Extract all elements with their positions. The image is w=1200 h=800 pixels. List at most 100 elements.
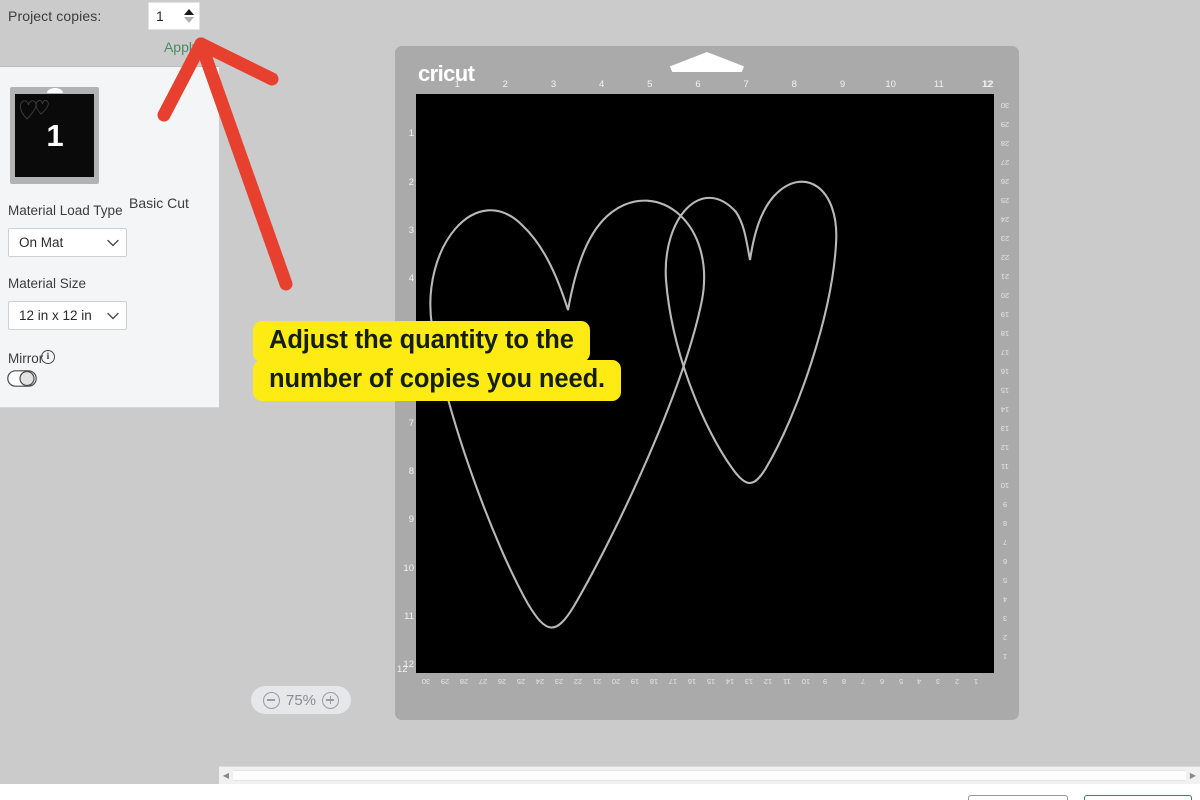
ruler-bottom-tick: 23 [551, 677, 567, 686]
ruler-bottom-tick: 2 [949, 677, 965, 686]
ruler-bottom-tick: 27 [475, 677, 491, 686]
ruler-right-tick: 11 [997, 462, 1013, 471]
ruler-bottom-tick: 16 [684, 677, 700, 686]
ruler-left-tick: 11 [397, 611, 414, 622]
chevron-down-icon [100, 312, 126, 320]
ruler-right-tick: 14 [997, 405, 1013, 414]
ruler-right-tick: 20 [997, 291, 1013, 300]
ruler-corner-bottom-left: 12 [397, 664, 408, 675]
ruler-left-tick: 3 [397, 225, 414, 236]
material-load-type-select[interactable]: On Mat [8, 228, 127, 257]
material-size-select[interactable]: 12 in x 12 in [8, 301, 127, 330]
ruler-bottom-tick: 3 [930, 677, 946, 686]
ruler-bottom-tick: 7 [855, 677, 871, 686]
ruler-top-tick: 10 [882, 79, 900, 90]
material-size-value: 12 in x 12 in [9, 308, 100, 323]
mat-thumbnail-count: 1 [46, 120, 62, 151]
ruler-right-tick: 23 [997, 234, 1013, 243]
project-copies-stepper[interactable]: 1 [148, 2, 200, 30]
ruler-top-tick: 6 [689, 79, 707, 90]
continue-button[interactable] [1084, 795, 1192, 800]
ruler-bottom-tick: 18 [646, 677, 662, 686]
ruler-top-tick: 1 [448, 79, 466, 90]
stepper-increment-icon[interactable] [184, 9, 194, 15]
ruler-right-tick: 2 [997, 633, 1013, 642]
ruler-left-tick: 2 [397, 177, 414, 188]
app-root: Project copies: 1 Apply 1 [0, 0, 1200, 800]
ruler-bottom-tick: 5 [893, 677, 909, 686]
zoom-control[interactable]: 75% [251, 686, 351, 714]
ruler-right-tick: 7 [997, 538, 1013, 547]
ruler-bottom-tick: 20 [608, 677, 624, 686]
info-icon[interactable]: i [41, 350, 55, 364]
ruler-bottom-tick: 4 [911, 677, 927, 686]
ruler-bottom-tick: 26 [494, 677, 510, 686]
mirror-label: Mirror [8, 351, 43, 366]
ruler-right-tick: 27 [997, 158, 1013, 167]
scrollbar-track[interactable] [233, 770, 1186, 781]
ruler-right-tick: 22 [997, 253, 1013, 262]
ruler-bottom-tick: 28 [456, 677, 472, 686]
mat-thumbnail-notch-icon [47, 88, 63, 93]
ruler-right-tick: 10 [997, 481, 1013, 490]
ruler-bottom-tick: 24 [532, 677, 548, 686]
ruler-right-tick: 21 [997, 272, 1013, 281]
scroll-left-icon[interactable]: ◀ [219, 771, 233, 780]
ruler-bottom-tick: 6 [874, 677, 890, 686]
ruler-top-tick: 3 [545, 79, 563, 90]
material-name-label: Basic Cut [129, 195, 189, 211]
ruler-left-tick: 8 [397, 466, 414, 477]
mat-preview-thumbnail[interactable]: 1 [10, 87, 99, 184]
ruler-bottom-tick: 30 [418, 677, 434, 686]
ruler-bottom-tick: 19 [627, 677, 643, 686]
ruler-right-tick: 4 [997, 595, 1013, 604]
ruler-top-tick: 7 [737, 79, 755, 90]
ruler-bottom-tick: 22 [570, 677, 586, 686]
scroll-right-icon[interactable]: ▶ [1186, 771, 1200, 780]
ruler-right-tick: 29 [997, 120, 1013, 129]
material-load-type-value: On Mat [9, 235, 100, 250]
chevron-down-icon [100, 239, 126, 247]
ruler-bottom-tick: 25 [513, 677, 529, 686]
ruler-top-tick: 2 [496, 79, 514, 90]
apply-button[interactable]: Apply [164, 39, 199, 55]
material-load-type-label: Material Load Type [8, 203, 123, 218]
ruler-left-tick: 9 [397, 514, 414, 525]
ruler-right-tick: 28 [997, 139, 1013, 148]
ruler-left-tick: 1 [397, 128, 414, 139]
ruler-top-tick: 8 [785, 79, 803, 90]
ruler-right-tick: 17 [997, 348, 1013, 357]
ruler-top-tick: 11 [930, 79, 948, 90]
stepper-arrows[interactable] [181, 3, 199, 29]
callout-line-1: Adjust the quantity to the [253, 321, 590, 362]
ruler-right-tick: 3 [997, 614, 1013, 623]
mat-notch-icon [670, 52, 744, 72]
material-size-label: Material Size [8, 276, 86, 291]
zoom-out-icon[interactable] [263, 692, 280, 709]
stepper-decrement-icon[interactable] [184, 17, 194, 23]
mirror-toggle[interactable] [7, 370, 37, 387]
ruler-corner-top-right: 12 [983, 79, 994, 90]
ruler-left-tick: 7 [397, 418, 414, 429]
ruler-bottom-tick: 10 [798, 677, 814, 686]
horizontal-scrollbar[interactable]: ◀ ▶ [219, 766, 1200, 784]
callout-line-2: number of copies you need. [253, 360, 621, 401]
ruler-bottom-tick: 21 [589, 677, 605, 686]
ruler-right-tick: 30 [997, 101, 1013, 110]
zoom-level-value: 75% [286, 692, 316, 709]
ruler-right-tick: 1 [997, 652, 1013, 661]
left-sidebar: Project copies: 1 Apply 1 [0, 0, 219, 800]
ruler-left-tick: 10 [397, 563, 414, 574]
ruler-bottom-tick: 12 [760, 677, 776, 686]
ruler-right-tick: 24 [997, 215, 1013, 224]
ruler-bottom-tick: 13 [741, 677, 757, 686]
project-copies-label: Project copies: [8, 8, 101, 24]
ruler-top-tick: 5 [641, 79, 659, 90]
ruler-right-tick: 25 [997, 196, 1013, 205]
ruler-bottom-tick: 11 [779, 677, 795, 686]
zoom-in-icon[interactable] [322, 692, 339, 709]
ruler-right-tick: 6 [997, 557, 1013, 566]
project-copies-input[interactable]: 1 [149, 3, 181, 29]
project-copies-bar: Project copies: 1 Apply [0, 0, 219, 67]
cancel-button[interactable] [968, 795, 1068, 800]
